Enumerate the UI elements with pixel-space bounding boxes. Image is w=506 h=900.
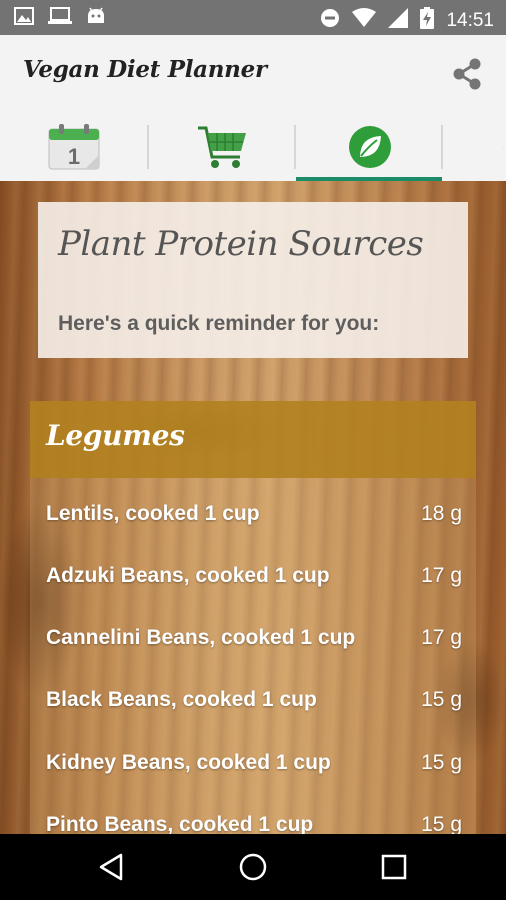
share-icon: [453, 58, 481, 90]
tab-protein-sources[interactable]: [296, 113, 444, 181]
home-button[interactable]: [238, 852, 268, 887]
tab-notes[interactable]: [443, 113, 506, 181]
shopping-cart-icon: [198, 126, 246, 168]
protein-amount: 15 g: [421, 751, 462, 774]
list-item: Lentils, cooked 1 cup 18 g: [46, 494, 464, 534]
back-icon: [99, 853, 123, 881]
protein-amount: 15 g: [421, 688, 462, 711]
system-nav-bar: [0, 834, 506, 900]
list-item: Pinto Beans, cooked 1 cup 15 g: [46, 805, 464, 834]
leaf-icon: [349, 126, 391, 168]
recents-button[interactable]: [380, 853, 408, 886]
do-not-disturb-icon: [320, 8, 340, 33]
battery-charging-icon: [420, 7, 435, 34]
page-title: Plant Protein Sources: [58, 224, 424, 264]
legumes-heading: Legumes: [46, 419, 185, 452]
food-name: Adzuki Beans, cooked 1 cup: [46, 564, 330, 587]
list-item: Adzuki Beans, cooked 1 cup 17 g: [46, 556, 464, 596]
food-name: Pinto Beans, cooked 1 cup: [46, 813, 314, 834]
laptop-icon: [48, 7, 72, 30]
calendar-icon: 1: [48, 124, 100, 170]
list-item: Black Beans, cooked 1 cup 15 g: [46, 680, 464, 720]
protein-amount: 17 g: [421, 626, 462, 649]
signal-icon: [388, 8, 409, 33]
status-bar: 14:51: [0, 0, 506, 35]
intro-subtitle: Here's a quick reminder for you:: [58, 312, 380, 335]
android-icon: [86, 7, 106, 30]
food-name: Lentils, cooked 1 cup: [46, 502, 260, 525]
protein-amount: 17 g: [421, 564, 462, 587]
share-button[interactable]: [450, 57, 484, 91]
status-notifications: [14, 7, 106, 30]
protein-amount: 18 g: [421, 502, 462, 525]
clock: 14:51: [446, 9, 494, 31]
status-system: 14:51: [320, 7, 494, 34]
food-name: Cannelini Beans, cooked 1 cup: [46, 626, 356, 649]
recents-icon: [381, 854, 407, 880]
calendar-day: 1: [68, 144, 80, 169]
tab-calendar[interactable]: 1: [0, 113, 148, 181]
food-name: Kidney Beans, cooked 1 cup: [46, 751, 331, 774]
tab-shopping-list[interactable]: [148, 113, 296, 181]
list-item: Cannelini Beans, cooked 1 cup 17 g: [46, 618, 464, 658]
home-icon: [239, 853, 267, 881]
list-item: Kidney Beans, cooked 1 cup 15 g: [46, 743, 464, 783]
back-button[interactable]: [97, 852, 127, 887]
protein-amount: 15 g: [421, 813, 462, 834]
wifi-icon: [352, 8, 377, 33]
legumes-header: Legumes: [30, 401, 476, 478]
intro-card: Plant Protein Sources Here's a quick rem…: [38, 202, 468, 358]
app-title: Vegan Diet Planner: [23, 56, 267, 83]
tab-bar: 1: [0, 113, 506, 181]
food-name: Black Beans, cooked 1 cup: [46, 688, 317, 711]
app-bar: Vegan Diet Planner: [0, 35, 506, 113]
image-icon: [14, 7, 34, 30]
